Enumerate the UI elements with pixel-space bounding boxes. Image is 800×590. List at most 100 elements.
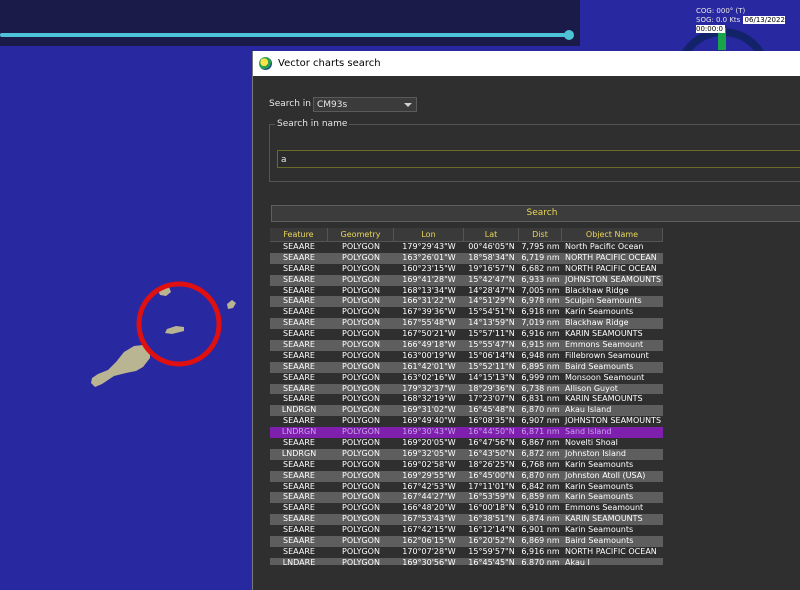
land-shape <box>165 326 184 334</box>
dialog-titlebar[interactable]: Vector charts search <box>253 51 800 76</box>
chart-canvas[interactable] <box>0 46 252 590</box>
table-body: SEAARE POLYGON 179°29'43"W 00°46'05"N 7,795 … <box>270 242 663 565</box>
col-lon-header[interactable]: Lon <box>394 228 464 241</box>
table-cell: JOHNSTON SEAMOUNTS <box>565 274 662 284</box>
table-row[interactable]: SEAARE POLYGON 168°13'34"W 14°28'47"N 7,005 … <box>270 286 663 297</box>
table-row[interactable]: SEAARE POLYGON 168°32'19"W 17°23'07"N 6,831 … <box>270 394 663 405</box>
table-row[interactable]: LNDARE POLYGON 169°30'56"W 16°45'45"N 6,870 … <box>270 557 663 565</box>
table-cell: POLYGON <box>342 416 380 426</box>
col-lat-header[interactable]: Lat <box>464 228 519 241</box>
table-cell: Karin Seamounts <box>565 525 634 535</box>
table-row[interactable]: SEAARE POLYGON 179°32'37"W 18°29'36"N 6,738 … <box>270 383 663 395</box>
zoom-slider-track[interactable] <box>0 33 570 37</box>
table-cell: 16°00'18"N <box>468 503 515 513</box>
table-cell: 6,895 nm <box>521 361 560 371</box>
col-object-name-header[interactable]: Object Name <box>562 228 663 241</box>
table-cell: POLYGON <box>342 459 380 469</box>
col-dist-header[interactable]: Dist <box>519 228 562 241</box>
table-cell: 15°55'47"N <box>468 340 515 350</box>
table-row[interactable]: SEAARE POLYGON 169°20'05"W 16°47'56"N 6,867 … <box>270 438 663 449</box>
table-row[interactable]: SEAARE POLYGON 166°31'22"W 14°51'29"N 6,978 … <box>270 296 663 308</box>
table-cell: Novelti Shoal <box>565 438 618 448</box>
table-cell: 169°20'05"W <box>402 438 456 448</box>
table-cell: Karin Seamounts <box>565 307 634 317</box>
table-row[interactable]: SEAARE POLYGON 179°29'43"W 00°46'05"N 7,795 … <box>270 242 663 253</box>
table-cell: 169°30'43"W <box>402 427 456 437</box>
table-cell: 160°23'15"W <box>402 263 456 273</box>
table-row[interactable]: SEAARE POLYGON 167°50'21"W 15°57'11"N 6,916 … <box>270 329 663 340</box>
table-row[interactable]: SEAARE POLYGON 169°49'40"W 16°08'35"N 6,907 … <box>270 416 663 427</box>
table-cell: 179°29'43"W <box>402 242 456 251</box>
table-cell: KARIN SEAMOUNTS <box>565 514 643 524</box>
dialog-title: Vector charts search <box>278 58 381 69</box>
table-cell: SEAARE <box>283 438 315 448</box>
table-cell: POLYGON <box>342 285 380 295</box>
table-row[interactable]: SEAARE POLYGON 170°07'28"W 15°59'57"N 6,916 … <box>270 547 663 558</box>
search-in-label: Search in <box>269 99 311 109</box>
table-cell: 6,916 nm <box>521 546 560 556</box>
table-cell: 6,859 nm <box>521 492 560 502</box>
search-button[interactable]: Search <box>271 205 800 222</box>
table-cell: 16°53'59"N <box>468 492 515 502</box>
table-row[interactable]: LNDRGN POLYGON 169°32'05"W 16°43'50"N 6,872 … <box>270 448 663 460</box>
search-in-select[interactable]: CM93s <box>313 97 417 112</box>
table-row[interactable]: SEAARE POLYGON 166°49'18"W 15°55'47"N 6,915 … <box>270 340 663 351</box>
table-row[interactable]: SEAARE POLYGON 163°00'19"W 15°06'14"N 6,948 … <box>270 351 663 362</box>
table-cell: 16°45'48"N <box>468 405 515 415</box>
table-cell: 167°42'15"W <box>402 525 456 535</box>
table-row[interactable]: SEAARE POLYGON 169°29'55"W 16°45'00"N 6,870 … <box>270 470 663 482</box>
table-cell: 6,910 nm <box>521 503 560 513</box>
table-header: Feature Geometry Lon Lat Dist Object Nam… <box>270 228 663 242</box>
table-cell: 15°54'51"N <box>468 307 515 317</box>
table-row[interactable]: SEAARE POLYGON 167°53'43"W 16°38'51"N 6,874 … <box>270 514 663 526</box>
table-row[interactable]: SEAARE POLYGON 167°39'36"W 15°54'51"N 6,918 … <box>270 307 663 318</box>
table-cell: Karin Seamounts <box>565 459 634 469</box>
table-cell: 18°58'34"N <box>468 252 515 262</box>
table-cell: 15°42'47"N <box>468 274 515 284</box>
table-cell: 161°42'01"W <box>402 361 456 371</box>
zoom-slider-handle[interactable] <box>564 30 574 40</box>
table-row[interactable]: SEAARE POLYGON 163°26'01"W 18°58'34"N 6,719 … <box>270 252 663 264</box>
table-cell: 16°45'00"N <box>468 470 515 480</box>
table-cell: SEAARE <box>283 546 315 556</box>
table-cell: 6,831 nm <box>521 394 560 404</box>
table-cell: 166°49'18"W <box>402 340 456 350</box>
table-cell: POLYGON <box>342 481 380 491</box>
table-cell: 163°00'19"W <box>402 350 456 360</box>
table-cell: 6,870 nm <box>521 470 560 480</box>
table-row[interactable]: SEAARE POLYGON 167°55'48"W 14°13'59"N 7,019 … <box>270 318 663 330</box>
table-cell: 16°43'50"N <box>468 448 515 458</box>
table-row[interactable]: SEAARE POLYGON 163°02'16"W 14°15'13"N 6,999 … <box>270 373 663 384</box>
table-cell: 163°26'01"W <box>402 252 456 262</box>
table-cell: POLYGON <box>342 242 380 251</box>
table-cell: Karin Seamounts <box>565 481 634 491</box>
table-row[interactable]: SEAARE POLYGON 169°02'58"W 18°26'25"N 6,768 … <box>270 460 663 471</box>
table-row[interactable]: LNDRGN POLYGON 169°30'43"W 16°44'50"N 6,871 … <box>270 427 663 439</box>
table-row[interactable]: LNDRGN POLYGON 169°31'02"W 16°45'48"N 6,870 … <box>270 405 663 417</box>
table-cell: Sculpin Seamounts <box>565 296 642 306</box>
table-cell: 168°32'19"W <box>402 394 456 404</box>
col-geometry-header[interactable]: Geometry <box>328 228 394 241</box>
table-cell: POLYGON <box>342 557 380 565</box>
table-row[interactable]: SEAARE POLYGON 167°42'15"W 16°12'14"N 6,901 … <box>270 525 663 536</box>
table-row[interactable]: SEAARE POLYGON 166°48'20"W 16°00'18"N 6,910 … <box>270 503 663 514</box>
table-cell: POLYGON <box>342 274 380 284</box>
table-cell: SEAARE <box>283 307 315 317</box>
col-feature-header[interactable]: Feature <box>270 228 328 241</box>
table-row[interactable]: SEAARE POLYGON 162°06'15"W 16°20'52"N 6,869 … <box>270 536 663 547</box>
table-row[interactable]: SEAARE POLYGON 160°23'15"W 19°16'57"N 6,682 … <box>270 264 663 275</box>
table-row[interactable]: SEAARE POLYGON 161°42'01"W 15°52'11"N 6,895 … <box>270 361 663 373</box>
table-cell: Johnston Atoll (USA) <box>565 470 646 480</box>
land-shape <box>227 300 236 309</box>
table-cell: POLYGON <box>342 492 380 502</box>
table-cell: 6,719 nm <box>521 252 560 262</box>
table-row[interactable]: SEAARE POLYGON 167°44'27"W 16°53'59"N 6,859 … <box>270 492 663 504</box>
table-cell: POLYGON <box>342 307 380 317</box>
table-cell: SEAARE <box>283 318 315 328</box>
table-cell: POLYGON <box>342 263 380 273</box>
name-search-input[interactable]: a <box>277 150 800 168</box>
table-cell: SEAARE <box>283 242 315 251</box>
table-cell: 15°06'14"N <box>468 350 515 360</box>
table-row[interactable]: SEAARE POLYGON 167°42'53"W 17°11'01"N 6,842 … <box>270 482 663 493</box>
table-row[interactable]: SEAARE POLYGON 169°41'28"W 15°42'47"N 6,933 … <box>270 274 663 286</box>
